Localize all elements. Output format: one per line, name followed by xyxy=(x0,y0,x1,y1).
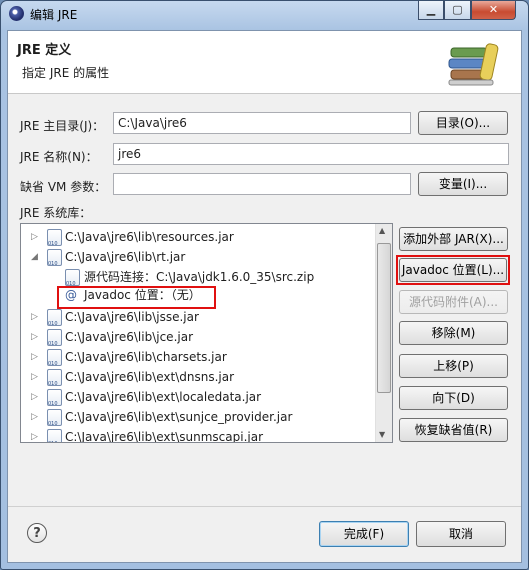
expand-triangle-icon[interactable]: ▷ xyxy=(31,407,38,427)
finish-button[interactable]: 完成(F) xyxy=(319,521,409,547)
jar-file-icon xyxy=(47,409,62,434)
jre-library-tree[interactable]: ▷ C:\Java\jre6\lib\resources.jar ◢ C:\Ja… xyxy=(20,223,393,443)
help-icon[interactable]: ? xyxy=(27,523,47,543)
jar-file-icon xyxy=(47,389,62,414)
expand-triangle-icon[interactable]: ▷ xyxy=(31,227,38,247)
expand-triangle-icon[interactable]: ▷ xyxy=(31,347,38,367)
dialog-header xyxy=(8,31,521,94)
scroll-down-arrow-icon[interactable]: ▼ xyxy=(379,430,385,439)
collapse-triangle-icon[interactable]: ◢ xyxy=(31,247,38,267)
source-attachment-icon xyxy=(65,269,80,294)
scroll-up-arrow-icon[interactable]: ▲ xyxy=(379,226,385,235)
jar-file-icon xyxy=(47,349,62,374)
vm-args-input[interactable] xyxy=(113,173,411,195)
expand-triangle-icon[interactable]: ▷ xyxy=(31,427,38,442)
library-books-icon xyxy=(447,40,507,88)
jre-home-label: JRE 主目录(J)： xyxy=(20,119,105,133)
jre-name-label: JRE 名称(N)： xyxy=(20,150,98,164)
variables-button[interactable]: 变量(I)... xyxy=(418,172,508,196)
tree-row-label: C:\Java\jre6\lib\charsets.jar xyxy=(65,350,227,364)
jre-name-input[interactable]: jre6 xyxy=(113,143,509,165)
expand-triangle-icon[interactable]: ▷ xyxy=(31,327,38,347)
tree-row-label: C:\Java\jre6\lib\ext\localedata.jar xyxy=(65,390,262,404)
source-attachment-button[interactable]: 源代码附件(A)... xyxy=(399,290,508,314)
tree-row-label: C:\Java\jre6\lib\rt.jar xyxy=(65,250,186,264)
tree-row-label: C:\Java\jre6\lib\jce.jar xyxy=(65,330,193,344)
jar-file-icon xyxy=(47,369,62,394)
at-sign-icon: @ xyxy=(65,288,77,302)
tree-row-label: 源代码连接：C:\Java\jdk1.6.0_35\src.zip xyxy=(84,270,315,284)
close-button[interactable]: ✕ xyxy=(471,1,516,20)
expand-triangle-icon[interactable]: ▷ xyxy=(31,387,38,407)
maximize-button[interactable]: ▢ xyxy=(444,1,471,20)
expand-triangle-icon[interactable]: ▷ xyxy=(31,367,38,387)
tree-row-label: Javadoc 位置：（无） xyxy=(84,288,201,302)
tree-row-label: C:\Java\jre6\lib\ext\dnsns.jar xyxy=(65,370,235,384)
javadoc-location-button[interactable]: Javadoc 位置(L)... xyxy=(399,258,507,282)
move-up-button[interactable]: 上移(P) xyxy=(399,354,508,378)
tree-row-label: C:\Java\jre6\lib\ext\sunmscapi.jar xyxy=(65,430,264,443)
minimize-button[interactable]: ▁ xyxy=(418,1,444,20)
restore-defaults-button[interactable]: 恢复缺省值(R) xyxy=(399,418,508,442)
eclipse-app-icon xyxy=(9,6,24,21)
tree-row-label: C:\Java\jre6\lib\resources.jar xyxy=(65,230,234,244)
jar-file-icon xyxy=(47,329,62,354)
page-title: JRE 定义 xyxy=(17,43,72,58)
expand-triangle-icon[interactable]: ▷ xyxy=(31,307,38,327)
footer-separator xyxy=(8,506,521,507)
jar-file-icon xyxy=(47,429,62,442)
jre-libraries-label: JRE 系统库： xyxy=(20,206,92,220)
window-title: 编辑 JRE xyxy=(30,8,78,22)
page-subtitle: 指定 JRE 的属性 xyxy=(22,66,110,80)
jar-file-icon xyxy=(47,249,62,274)
remove-button[interactable]: 移除(M) xyxy=(399,321,508,345)
vm-args-label: 缺省 VM 参数： xyxy=(20,180,107,194)
cancel-button[interactable]: 取消 xyxy=(416,521,506,547)
scrollbar-thumb[interactable] xyxy=(377,243,391,393)
javadoc-location-row[interactable]: @ Javadoc 位置：（无） xyxy=(57,286,216,309)
jar-file-icon xyxy=(47,229,62,254)
tree-row-label: C:\Java\jre6\lib\jsse.jar xyxy=(65,310,199,324)
tree-row-label: C:\Java\jre6\lib\ext\sunjce_provider.jar xyxy=(65,410,293,424)
move-down-button[interactable]: 向下(D) xyxy=(399,386,508,410)
jar-file-icon xyxy=(47,309,62,334)
directory-button[interactable]: 目录(O)... xyxy=(418,111,508,135)
add-external-jar-button[interactable]: 添加外部 JAR(X)... xyxy=(399,227,508,251)
jre-home-input[interactable]: C:\Java\jre6 xyxy=(113,112,411,134)
